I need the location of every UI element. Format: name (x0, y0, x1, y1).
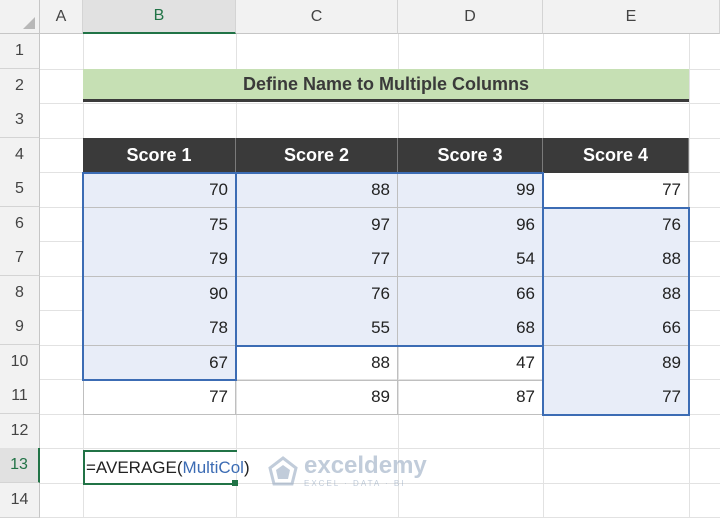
table-cell[interactable]: 89 (543, 345, 689, 381)
table-cell[interactable]: 96 (398, 207, 543, 243)
watermark-tagline: EXCEL · DATA · BI (304, 479, 406, 488)
table-cell[interactable]: 77 (543, 173, 689, 208)
table-cell[interactable]: 88 (236, 173, 398, 208)
row-header-6[interactable]: 6 (0, 206, 40, 242)
watermark-name: exceldemy (304, 452, 427, 479)
table-cell[interactable]: 90 (83, 276, 236, 312)
fill-handle[interactable] (232, 480, 238, 486)
row-header-2[interactable]: 2 (0, 68, 40, 104)
table-cell[interactable]: 76 (543, 207, 689, 243)
table-header-score-1[interactable]: Score 1 (83, 138, 236, 173)
table-cell[interactable]: 76 (236, 276, 398, 312)
row-header-5[interactable]: 5 (0, 172, 40, 207)
table-cell[interactable]: 78 (83, 311, 236, 346)
row-header-13[interactable]: 13 (0, 448, 40, 483)
table-cell[interactable]: 88 (543, 242, 689, 277)
row-header-9[interactable]: 9 (0, 310, 40, 345)
row-header-14[interactable]: 14 (0, 482, 40, 518)
table-cell[interactable]: 70 (83, 173, 236, 208)
sheet-title[interactable]: Define Name to Multiple Columns (83, 69, 689, 102)
row-header-10[interactable]: 10 (0, 344, 40, 380)
table-cell[interactable]: 75 (83, 207, 236, 243)
table-cell[interactable]: 89 (236, 380, 398, 415)
row-header-4[interactable]: 4 (0, 137, 40, 173)
gridline-horizontal (40, 103, 720, 104)
table-header-score-2[interactable]: Score 2 (236, 138, 398, 173)
column-header-b[interactable]: B (83, 0, 236, 34)
formula-entry[interactable]: =AVERAGE(MultiCol) (86, 450, 250, 485)
table-cell[interactable]: 79 (83, 242, 236, 277)
spreadsheet: ABCDE 1 2 3 4 5 6 7 8 9 10 11 12 13 14 Define Name to… (0, 0, 720, 518)
table-cell[interactable]: 66 (543, 311, 689, 346)
row-header-8[interactable]: 8 (0, 275, 40, 311)
table-cell[interactable]: 67 (83, 345, 236, 381)
table-cell[interactable]: 77 (236, 242, 398, 277)
table-cell[interactable]: 68 (398, 311, 543, 346)
formula-close: ) (243, 457, 250, 477)
select-all-corner[interactable] (0, 0, 40, 34)
table-cell[interactable]: 66 (398, 276, 543, 312)
table-cell[interactable]: 88 (543, 276, 689, 312)
column-header-d[interactable]: D (398, 0, 543, 34)
exceldemy-watermark: exceldemy EXCEL · DATA · BI (268, 454, 427, 488)
table-cell[interactable]: 97 (236, 207, 398, 243)
select-all-triangle-icon (23, 17, 35, 29)
column-header-e[interactable]: E (543, 0, 720, 34)
table-cell[interactable]: 54 (398, 242, 543, 277)
table-cell[interactable]: 88 (236, 345, 398, 381)
row-header-1[interactable]: 1 (0, 34, 40, 69)
row-header-7[interactable]: 7 (0, 241, 40, 276)
row-header-12[interactable]: 12 (0, 413, 40, 449)
row-header-11[interactable]: 11 (0, 379, 40, 414)
table-cell[interactable]: 77 (543, 380, 689, 415)
formula-reference: MultiCol (182, 457, 244, 477)
exceldemy-logo-icon (268, 456, 298, 486)
table-cell[interactable]: 99 (398, 173, 543, 208)
table-header-score-3[interactable]: Score 3 (398, 138, 543, 173)
table-cell[interactable]: 47 (398, 345, 543, 381)
column-header-c[interactable]: C (236, 0, 398, 34)
table-cell[interactable]: 77 (83, 380, 236, 415)
table-header-score-4[interactable]: Score 4 (543, 138, 689, 173)
table-cell[interactable]: 55 (236, 311, 398, 346)
gridline-horizontal (40, 448, 720, 449)
column-header-a[interactable]: A (40, 0, 83, 34)
formula-function: =AVERAGE( (86, 457, 183, 477)
row-header-3[interactable]: 3 (0, 103, 40, 138)
table-cell[interactable]: 87 (398, 380, 543, 415)
